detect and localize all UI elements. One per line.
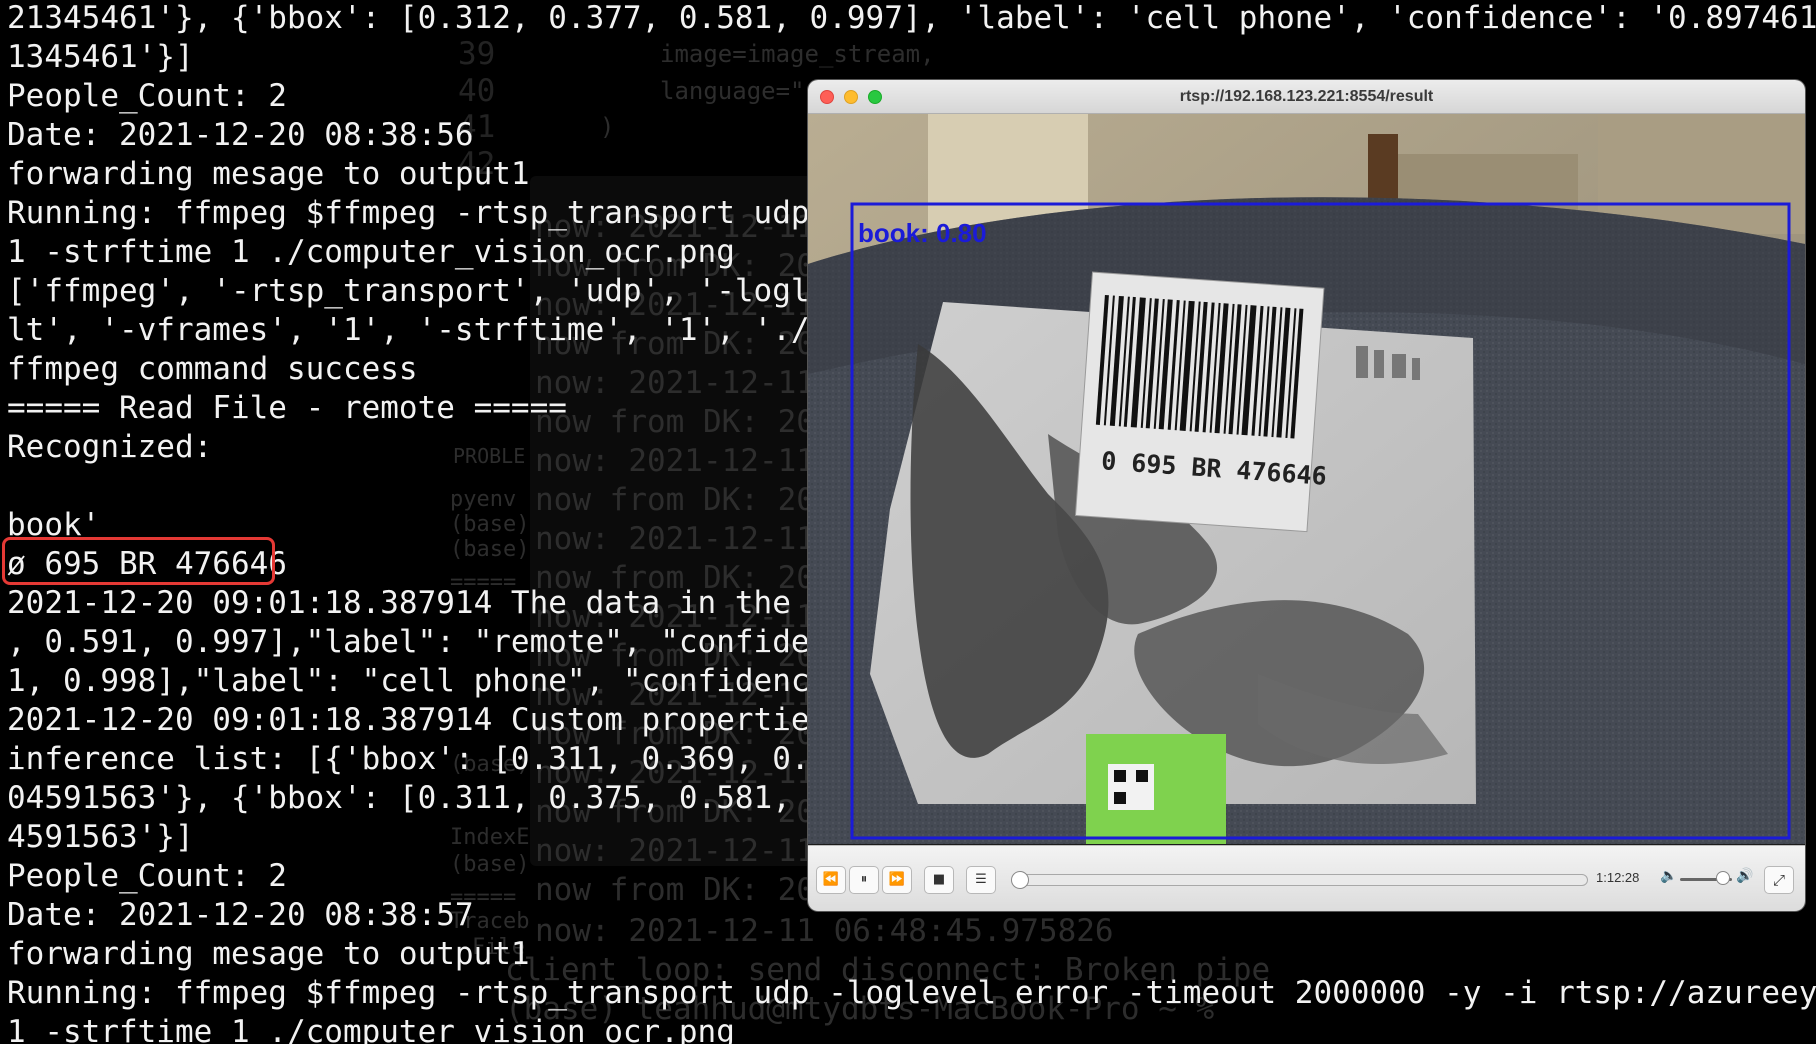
qr-mark [1136,770,1148,782]
terminal-line: 1 -strftime 1 ./computer_vision_ocr.png [7,1014,735,1044]
terminal-line: 21345461'}, {'bbox': [0.312, 0.377, 0.58… [7,0,1816,36]
player-title: rtsp://192.168.123.221:8554/result [1179,88,1434,105]
seek-knob[interactable] [1011,871,1029,889]
rewind-button[interactable]: ⏪ [816,866,846,894]
highlight-box [2,537,275,585]
volume-max-icon[interactable]: 🔊 [1736,868,1753,884]
terminal-line: , 0.591, 0.997],"label": "remote", "conf… [7,624,885,660]
terminal-line: forwarding mesage to output1 [7,156,530,192]
terminal-line: 1, 0.998],"label": "cell phone", "confid… [7,663,866,699]
terminal-line: forwarding mesage to output1 [7,936,530,972]
video-player-window[interactable]: rtsp://192.168.123.221:8554/result 0 695… [808,80,1805,911]
terminal-line: Running: ffmpeg $ffmpeg -rtsp_transport … [7,975,1816,1011]
green-label [1086,734,1226,844]
terminal-line: ===== Read File - remote ===== [7,390,567,426]
terminal-line: 1345461'}] [7,39,194,75]
fullscreen-button[interactable]: ⤢ [1764,866,1794,894]
terminal-line: Date: 2021-12-20 08:38:56 [7,117,474,153]
volume-min-icon[interactable]: 🔈 [1660,868,1677,884]
terminal-line: Recognized: [7,429,213,465]
playlist-button[interactable]: ☰ [966,866,996,894]
terminal-line: lt', '-vframes', '1', '-strftime', '1', … [7,312,885,348]
seek-bar[interactable] [1018,874,1588,886]
terminal-line: 04591563'}, {'bbox': [0.311, 0.375, 0.58… [7,780,885,816]
detection-label: book: 0.80 [858,218,987,248]
terminal-line: 2021-12-20 09:01:18.387914 The data in t… [7,585,885,621]
qr-mark [1114,770,1126,782]
terminal-line: ffmpeg command success [7,351,418,387]
terminal-line: 2021-12-20 09:01:18.387914 Custom proper… [7,702,885,738]
terminal-line: ['ffmpeg', '-rtsp_transport', 'udp', '-l… [7,273,885,309]
terminal-line: People_Count: 2 [7,78,287,114]
terminal-line: Running: ffmpeg $ffmpeg -rtsp_transport … [7,195,885,231]
forward-button[interactable]: ⏩ [882,866,912,894]
terminal-line: People_Count: 2 [7,858,287,894]
qr-mark [1114,792,1126,804]
player-controls: ⏪ ⏸ ⏩ ■ ☰ 1:12:28 🔈 🔊 ⤢ [808,845,1805,911]
video-frame[interactable]: 0 695 BR 476646 book: 0.80 [808,114,1805,844]
pause-button[interactable]: ⏸ [849,866,879,894]
barcode-sticker: 0 695 BR 476646 [1074,271,1328,533]
terminal-line: 1 -strftime 1 ./computer_vision_ocr.png [7,234,735,270]
terminal-line: 4591563'}] [7,819,194,855]
volume-knob[interactable] [1716,871,1730,885]
time-display: 1:12:28 [1596,870,1640,885]
terminal-line: inference list: [{'bbox': [0.311, 0.369,… [7,741,885,777]
stop-button[interactable]: ■ [924,866,954,894]
player-titlebar[interactable]: rtsp://192.168.123.221:8554/result [808,80,1805,114]
terminal-line: Date: 2021-12-20 08:38:57 [7,897,474,933]
